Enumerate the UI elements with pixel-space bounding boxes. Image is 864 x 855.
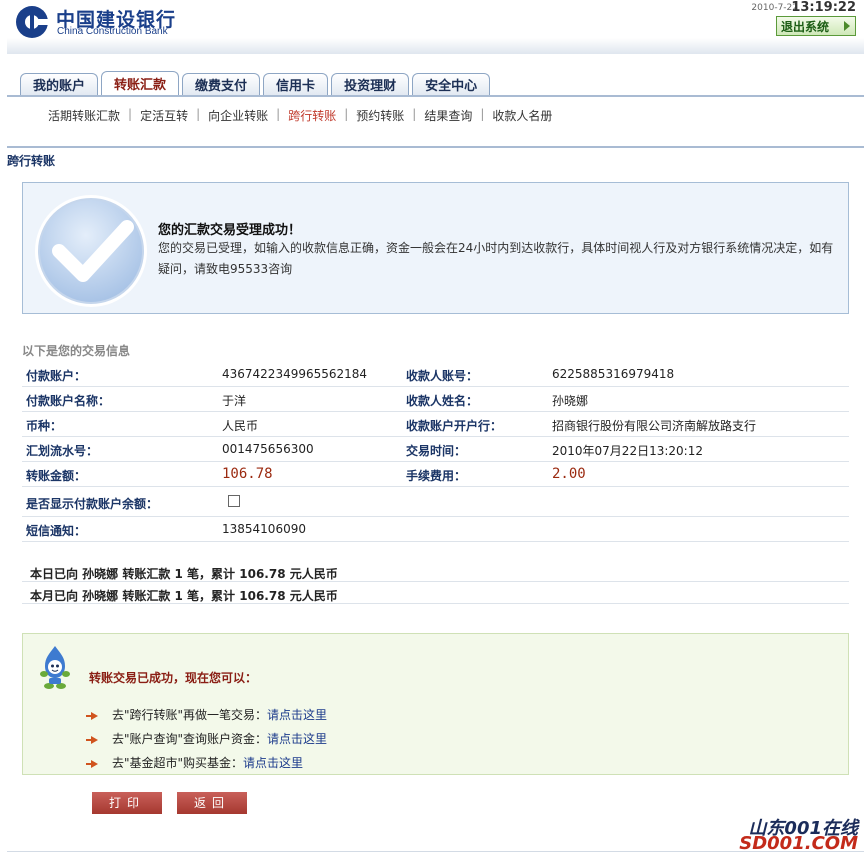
subnav-separator: | <box>480 107 485 121</box>
subnav-separator: | <box>412 107 417 121</box>
payee-name-value: 孙晓娜 <box>552 394 589 408</box>
table-row: 付款账户名称： 于洋 收款人姓名： 孙晓娜 <box>22 387 849 412</box>
arrow-right-icon <box>86 735 98 744</box>
print-button[interactable]: 打印 <box>92 792 162 814</box>
table-row: 转账金额： 106.78 手续费用： 2.00 <box>22 462 849 487</box>
subnav-fixed-current[interactable]: 定活互转 <box>140 107 188 124</box>
transaction-info-table: 付款账户： 4367422349965562184 收款人账号： 6225885… <box>22 362 849 542</box>
table-row: 是否显示付款账户余额： <box>22 487 849 517</box>
next-step-text: 去"跨行转账"再做一笔交易： <box>112 708 268 722</box>
payer-name-value: 于洋 <box>222 394 247 408</box>
transaction-time-label: 交易时间： <box>406 444 467 458</box>
logout-label: 退出系统 <box>781 19 830 34</box>
tab-my-account[interactable]: 我的账户 <box>20 73 99 95</box>
payee-name-label: 收款人姓名： <box>406 394 479 408</box>
subnav-interbank[interactable]: 跨行转账 <box>288 107 336 124</box>
show-balance-checkbox[interactable] <box>228 495 240 507</box>
table-row: 汇划流水号： 001475656300 交易时间： 2010年07月22日13:… <box>22 437 849 462</box>
subnav-separator: | <box>344 107 349 121</box>
tab-divider <box>7 95 864 97</box>
section-divider <box>7 146 864 148</box>
next-step-item: 去"基金超市"购买基金：请点击这里 <box>86 754 303 771</box>
bank-name-en: China Construction Bank <box>57 26 168 37</box>
monthly-summary: 本月已向 孙晓娜 转账汇款 1 笔，累计 106.78 元人民币 <box>22 582 849 604</box>
daily-summary-text: 本日已向 孙晓娜 转账汇款 1 笔，累计 106.78 元人民币 <box>30 567 338 581</box>
page-title: 跨行转账 <box>7 154 56 168</box>
arrow-right-icon <box>844 21 850 31</box>
arrow-right-icon <box>86 711 98 720</box>
tab-security[interactable]: 安全中心 <box>412 73 491 95</box>
currency-label: 币种： <box>26 419 63 433</box>
back-button[interactable]: 返回 <box>177 792 247 814</box>
next-steps-panel: 转账交易已成功，现在您可以： 去"跨行转账"再做一笔交易：请点击这里 去"账户查… <box>22 633 849 775</box>
tab-transfer[interactable]: 转账汇款 <box>101 71 180 95</box>
header-band <box>7 38 864 54</box>
next-step-link[interactable]: 请点击这里 <box>267 732 327 746</box>
subnav-to-enterprise[interactable]: 向企业转账 <box>208 107 268 124</box>
sub-navigation: 活期转账汇款 | 定活互转 | 向企业转账 | 跨行转账 | 预约转账 | 结果… <box>48 107 552 124</box>
payee-bank-value: 招商银行股份有限公司济南解放路支行 <box>552 419 757 433</box>
tab-investment[interactable]: 投资理财 <box>331 73 410 95</box>
info-header: 以下是您的交易信息 <box>22 344 131 358</box>
amount-label: 转账金额： <box>26 469 87 483</box>
next-steps-title: 转账交易已成功，现在您可以： <box>89 671 258 685</box>
next-step-link[interactable]: 请点击这里 <box>243 756 303 770</box>
sms-label: 短信通知： <box>26 524 87 538</box>
success-message: 您的交易已受理，如输入的收款信息正确，资金一般会在24小时内到达收款行，具体时间… <box>158 241 834 276</box>
serial-number-value: 001475656300 <box>222 442 314 456</box>
success-check-icon <box>35 195 147 307</box>
main-tabs: 我的账户 转账汇款 缴费支付 信用卡 投资理财 安全中心 <box>20 71 493 95</box>
payee-account-label: 收款人账号： <box>406 369 479 383</box>
subnav-separator: | <box>276 107 281 121</box>
fee-label: 手续费用： <box>406 469 467 483</box>
transaction-time-value: 2010年07月22日13:20:12 <box>552 444 703 458</box>
show-balance-label: 是否显示付款账户余额： <box>26 497 159 511</box>
next-step-item: 去"跨行转账"再做一笔交易：请点击这里 <box>86 706 327 723</box>
table-row: 币种： 人民币 收款账户开户行： 招商银行股份有限公司济南解放路支行 <box>22 412 849 437</box>
serial-number-label: 汇划流水号： <box>26 444 99 458</box>
payer-account-value: 4367422349965562184 <box>222 367 368 381</box>
bottom-divider <box>7 851 864 852</box>
ccb-logo-icon <box>16 6 48 38</box>
current-time: 13:19:22 <box>791 0 856 15</box>
next-step-item: 去"账户查询"查询账户资金：请点击这里 <box>86 730 327 747</box>
payee-bank-label: 收款账户开户行： <box>406 419 503 433</box>
header: 中国建设银行 China Construction Bank 2010-7-22… <box>0 0 864 55</box>
subnav-result-query[interactable]: 结果查询 <box>424 107 472 124</box>
payer-name-label: 付款账户名称： <box>26 394 111 408</box>
currency-value: 人民币 <box>222 419 259 433</box>
sms-value: 13854106090 <box>222 522 306 536</box>
tab-credit-card[interactable]: 信用卡 <box>263 73 329 95</box>
logout-button[interactable]: 退出系统 <box>776 16 856 36</box>
subnav-current-transfer[interactable]: 活期转账汇款 <box>48 107 120 124</box>
daily-summary: 本日已向 孙晓娜 转账汇款 1 笔，累计 106.78 元人民币 <box>22 560 849 582</box>
success-title: 您的汇款交易受理成功！ <box>158 223 302 238</box>
next-step-text: 去"账户查询"查询账户资金： <box>112 732 268 746</box>
next-step-text: 去"基金超市"购买基金： <box>112 756 244 770</box>
monthly-summary-text: 本月已向 孙晓娜 转账汇款 1 笔，累计 106.78 元人民币 <box>30 589 338 603</box>
next-step-link[interactable]: 请点击这里 <box>267 708 327 722</box>
subnav-separator: | <box>128 107 133 121</box>
subnav-payee-list[interactable]: 收款人名册 <box>492 107 552 124</box>
subnav-separator: | <box>196 107 201 121</box>
subnav-scheduled[interactable]: 预约转账 <box>356 107 404 124</box>
payee-account-value: 6225885316979418 <box>552 367 675 381</box>
table-row: 付款账户： 4367422349965562184 收款人账号： 6225885… <box>22 362 849 387</box>
fee-value: 2.00 <box>552 466 586 482</box>
table-row: 短信通知： 13854106090 <box>22 517 849 542</box>
payer-account-label: 付款账户： <box>26 369 87 383</box>
amount-value: 106.78 <box>222 466 273 482</box>
mascot-icon <box>40 646 70 689</box>
success-panel: 您的汇款交易受理成功！ 您的交易已受理，如输入的收款信息正确，资金一般会在24小… <box>22 182 849 314</box>
tab-payment[interactable]: 缴费支付 <box>182 73 261 95</box>
arrow-right-icon <box>86 759 98 768</box>
